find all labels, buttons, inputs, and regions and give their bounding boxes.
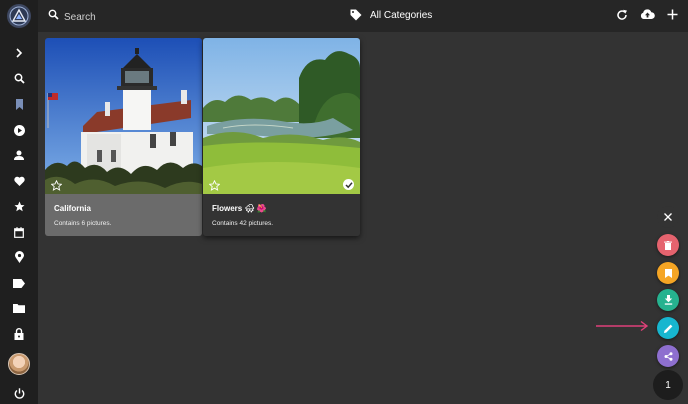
refresh-icon[interactable]: [616, 9, 628, 21]
share-button[interactable]: [657, 345, 679, 367]
upload-icon[interactable]: [640, 8, 655, 21]
nav-favorites[interactable]: [7, 171, 31, 191]
selection-count[interactable]: 1: [653, 370, 683, 400]
add-to-album-button[interactable]: [657, 262, 679, 284]
category-select[interactable]: All Categories: [370, 10, 432, 21]
delete-icon: [664, 240, 672, 250]
place-icon: [14, 251, 24, 263]
close-button[interactable]: [657, 206, 679, 228]
chevron-right-icon: [16, 48, 23, 58]
nav-labels[interactable]: [7, 273, 31, 293]
nav-folders[interactable]: [7, 298, 31, 318]
album-card[interactable]: California Contains 6 pictures.: [45, 38, 202, 236]
nav-albums[interactable]: [7, 94, 31, 114]
nav-logout[interactable]: [7, 383, 31, 403]
nav-starred[interactable]: [7, 196, 31, 216]
arrow-icon: [596, 320, 649, 332]
close-icon: [664, 213, 672, 221]
calendar-icon: [14, 226, 24, 238]
app-logo[interactable]: [7, 4, 31, 28]
share-icon: [664, 351, 672, 361]
download-icon: [664, 295, 672, 305]
sidebar: [0, 0, 38, 404]
album-thumbnail[interactable]: [203, 38, 360, 194]
person-icon: [14, 150, 24, 160]
download-button[interactable]: [657, 289, 679, 311]
album-info: Flowers 🌨 🌺 Contains 42 pictures.: [203, 194, 360, 236]
nav-search[interactable]: [7, 68, 31, 88]
nav-videos[interactable]: [7, 120, 31, 140]
album-card-selected[interactable]: Flowers 🌨 🌺 Contains 42 pictures.: [203, 38, 360, 236]
nav-people[interactable]: [7, 145, 31, 165]
search-icon: [14, 73, 25, 84]
edit-icon: [663, 324, 672, 333]
album-description: Contains 6 pictures.: [54, 220, 112, 227]
nav-places[interactable]: [7, 247, 31, 267]
edit-button[interactable]: [657, 317, 679, 339]
label-icon: [13, 278, 25, 288]
album-title: Flowers 🌨 🌺: [212, 204, 267, 213]
expand-sidebar-button[interactable]: [7, 43, 31, 63]
avatar[interactable]: [8, 353, 30, 375]
search-icon: [48, 9, 59, 20]
search-input[interactable]: [62, 6, 226, 28]
album-info: California Contains 6 pictures.: [45, 194, 202, 236]
bookmark-icon: [664, 268, 672, 278]
nav-private[interactable]: [7, 324, 31, 344]
star-icon: [14, 201, 24, 211]
play-icon: [13, 124, 25, 136]
album-thumbnail[interactable]: [45, 38, 202, 194]
star-icon[interactable]: [51, 180, 62, 191]
label-icon: [350, 9, 362, 21]
selected-check-icon[interactable]: [343, 179, 354, 190]
power-icon: [14, 387, 24, 399]
heart-icon: [13, 176, 25, 186]
top-toolbar: All Categories: [38, 0, 688, 32]
bookmark-icon: [15, 98, 23, 110]
album-title: California: [54, 204, 91, 213]
delete-button[interactable]: [657, 234, 679, 256]
nav-calendar[interactable]: [7, 222, 31, 242]
folder-icon: [13, 304, 25, 313]
lock-icon: [14, 328, 24, 340]
album-description: Contains 42 pictures.: [212, 220, 274, 227]
star-icon[interactable]: [209, 180, 220, 191]
add-icon[interactable]: [667, 9, 678, 20]
